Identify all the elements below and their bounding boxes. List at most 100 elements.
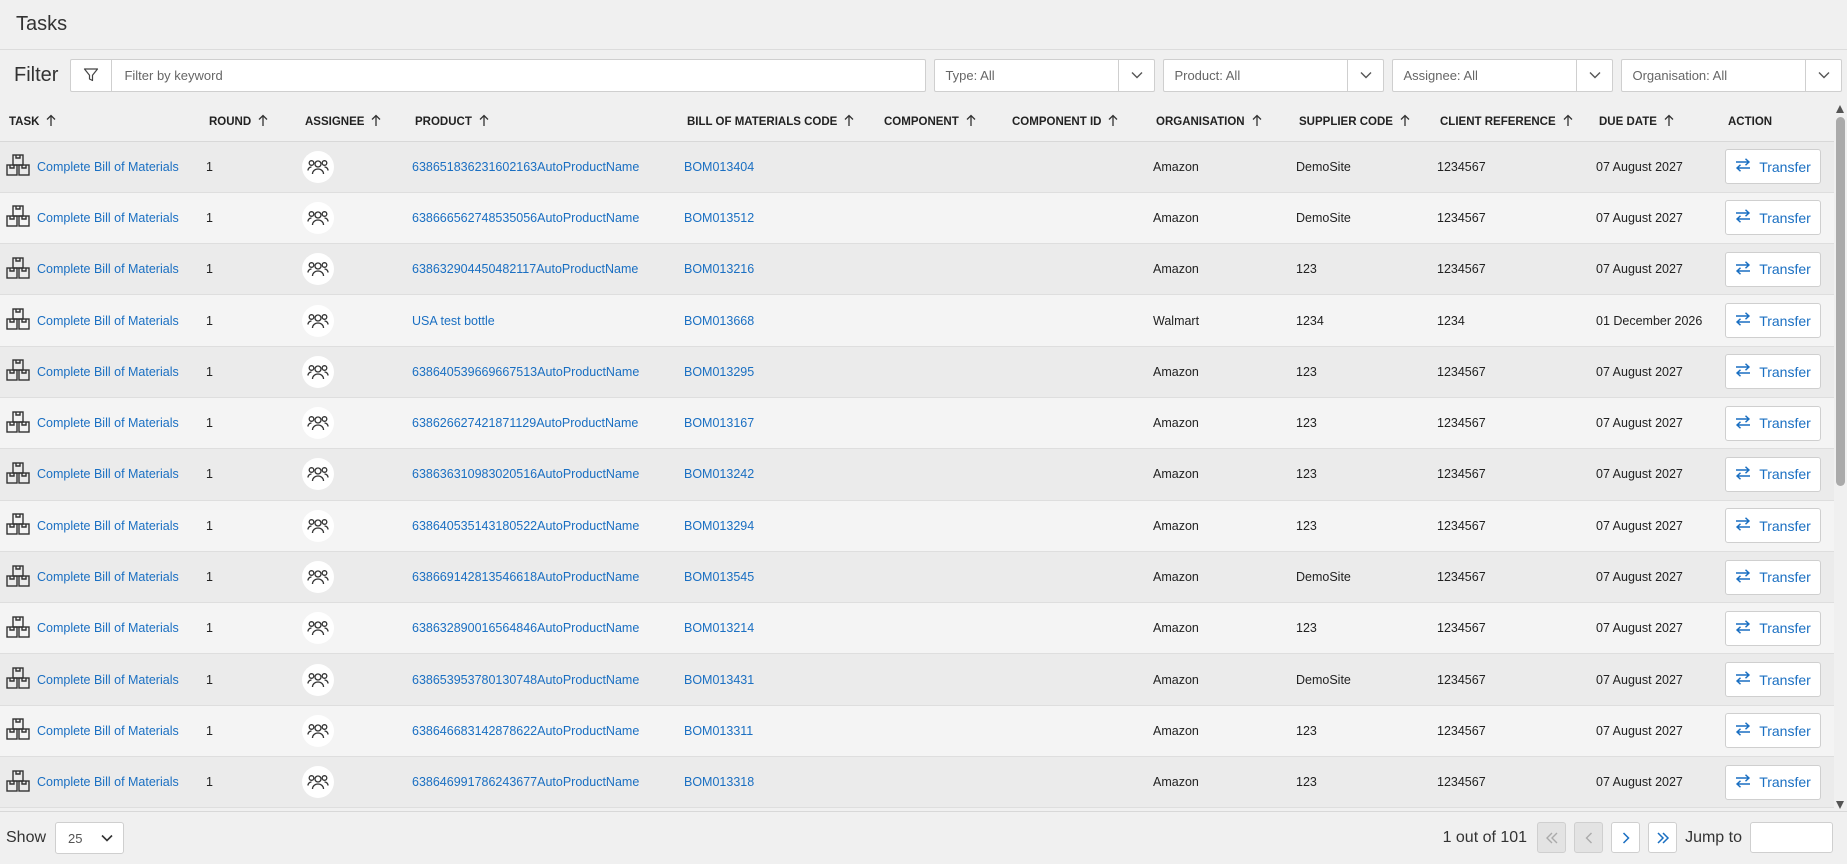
product-link[interactable]: 638640535143180522AutoProductName	[412, 519, 639, 533]
type-filter-select[interactable]: Type: All	[934, 58, 1156, 92]
assignee-group-icon[interactable]	[302, 663, 334, 696]
product-filter-select[interactable]: Product: All	[1163, 58, 1385, 92]
column-header-client-reference[interactable]: CLIENT REFERENCE	[1431, 103, 1590, 142]
sort-arrow-up-icon[interactable]	[479, 114, 489, 130]
bom-code-link[interactable]: BOM013294	[684, 519, 754, 533]
product-link[interactable]: 638669142813546618AutoProductName	[412, 570, 639, 584]
assignee-group-icon[interactable]	[302, 612, 334, 645]
first-page-button[interactable]	[1537, 822, 1567, 853]
column-header-assignee[interactable]: ASSIGNEE	[296, 103, 406, 142]
bom-code-link[interactable]: BOM013216	[684, 262, 754, 276]
bom-code-link[interactable]: BOM013295	[684, 365, 754, 379]
chevron-down-icon[interactable]	[1347, 59, 1383, 91]
bom-code-link[interactable]: BOM013512	[684, 211, 754, 225]
sort-arrow-up-icon[interactable]	[46, 114, 56, 130]
transfer-button[interactable]: Transfer	[1725, 764, 1821, 800]
transfer-button[interactable]: Transfer	[1725, 508, 1821, 544]
product-link[interactable]: 638646683142878622AutoProductName	[412, 724, 639, 738]
sort-arrow-up-icon[interactable]	[371, 114, 381, 130]
product-link[interactable]: 638666562748535056AutoProductName	[412, 211, 639, 225]
sort-arrow-up-icon[interactable]	[1108, 114, 1118, 130]
product-link[interactable]: 638636310983020516AutoProductName	[412, 467, 639, 481]
column-header-supplier-code[interactable]: SUPPLIER CODE	[1290, 103, 1431, 142]
next-page-button[interactable]	[1611, 822, 1641, 853]
task-link[interactable]: Complete Bill of Materials	[37, 621, 179, 635]
assignee-filter-select[interactable]: Assignee: All	[1392, 58, 1614, 92]
task-link[interactable]: Complete Bill of Materials	[37, 160, 179, 174]
assignee-group-icon[interactable]	[302, 766, 334, 799]
product-link[interactable]: 638626627421871129AutoProductName	[412, 416, 638, 430]
column-header-product[interactable]: PRODUCT	[406, 103, 678, 142]
transfer-button[interactable]: Transfer	[1725, 456, 1821, 492]
column-header-organisation[interactable]: ORGANISATION	[1147, 103, 1290, 142]
bom-code-link[interactable]: BOM013242	[684, 467, 754, 481]
sort-arrow-up-icon[interactable]	[1664, 114, 1674, 130]
task-link[interactable]: Complete Bill of Materials	[37, 314, 179, 328]
previous-page-button[interactable]	[1574, 822, 1604, 853]
task-link[interactable]: Complete Bill of Materials	[37, 211, 179, 225]
jump-to-page-input[interactable]	[1750, 822, 1833, 853]
product-link[interactable]: 638653953780130748AutoProductName	[412, 673, 639, 687]
product-link[interactable]: USA test bottle	[412, 314, 495, 328]
organisation-filter-select[interactable]: Organisation: All	[1621, 58, 1843, 92]
bom-code-link[interactable]: BOM013214	[684, 621, 754, 635]
scroll-up-arrow-icon[interactable]	[1836, 105, 1844, 113]
transfer-button[interactable]: Transfer	[1725, 713, 1821, 749]
task-link[interactable]: Complete Bill of Materials	[37, 416, 179, 430]
bom-code-link[interactable]: BOM013545	[684, 570, 754, 584]
column-header-round[interactable]: ROUND	[200, 103, 296, 142]
last-page-button[interactable]	[1648, 822, 1678, 853]
assignee-group-icon[interactable]	[302, 201, 334, 234]
chevron-down-icon[interactable]	[1576, 59, 1612, 91]
task-link[interactable]: Complete Bill of Materials	[37, 724, 179, 738]
column-header-component-id[interactable]: COMPONENT ID	[1003, 103, 1147, 142]
transfer-button[interactable]: Transfer	[1725, 354, 1821, 390]
product-link[interactable]: 638632890016564846AutoProductName	[412, 621, 639, 635]
transfer-button[interactable]: Transfer	[1725, 610, 1821, 646]
keyword-search-input[interactable]	[112, 59, 926, 91]
sort-arrow-up-icon[interactable]	[1400, 114, 1410, 130]
transfer-button[interactable]: Transfer	[1725, 662, 1821, 698]
scroll-down-arrow-icon[interactable]	[1836, 801, 1844, 809]
transfer-button[interactable]: Transfer	[1725, 149, 1821, 185]
bom-code-link[interactable]: BOM013404	[684, 160, 754, 174]
sort-arrow-up-icon[interactable]	[844, 114, 854, 130]
sort-arrow-up-icon[interactable]	[1563, 114, 1573, 130]
task-link[interactable]: Complete Bill of Materials	[37, 467, 179, 481]
bom-code-link[interactable]: BOM013431	[684, 673, 754, 687]
assignee-group-icon[interactable]	[302, 509, 334, 542]
bom-code-link[interactable]: BOM013318	[684, 775, 754, 789]
task-link[interactable]: Complete Bill of Materials	[37, 775, 179, 789]
bom-code-link[interactable]: BOM013167	[684, 416, 754, 430]
bom-code-link[interactable]: BOM013668	[684, 314, 754, 328]
column-header-component[interactable]: COMPONENT	[875, 103, 1003, 142]
assignee-group-icon[interactable]	[302, 714, 334, 747]
assignee-group-icon[interactable]	[302, 561, 334, 594]
assignee-group-icon[interactable]	[302, 407, 334, 440]
task-link[interactable]: Complete Bill of Materials	[37, 673, 179, 687]
product-link[interactable]: 638646991786243677AutoProductName	[412, 775, 639, 789]
vertical-scrollbar[interactable]	[1834, 103, 1847, 811]
task-link[interactable]: Complete Bill of Materials	[37, 519, 179, 533]
task-link[interactable]: Complete Bill of Materials	[37, 365, 179, 379]
assignee-group-icon[interactable]	[302, 253, 334, 286]
chevron-down-icon[interactable]	[1805, 59, 1841, 91]
sort-arrow-up-icon[interactable]	[1252, 114, 1262, 130]
transfer-button[interactable]: Transfer	[1725, 559, 1821, 595]
product-link[interactable]: 638640539669667513AutoProductName	[412, 365, 639, 379]
assignee-group-icon[interactable]	[302, 150, 334, 183]
transfer-button[interactable]: Transfer	[1725, 251, 1821, 287]
assignee-group-icon[interactable]	[302, 458, 334, 491]
transfer-button[interactable]: Transfer	[1725, 200, 1821, 236]
assignee-group-icon[interactable]	[302, 304, 334, 337]
assignee-group-icon[interactable]	[302, 355, 334, 388]
transfer-button[interactable]: Transfer	[1725, 405, 1821, 441]
task-link[interactable]: Complete Bill of Materials	[37, 570, 179, 584]
product-link[interactable]: 638651836231602163AutoProductName	[412, 160, 639, 174]
column-header-due-date[interactable]: DUE DATE	[1590, 103, 1719, 142]
bom-code-link[interactable]: BOM013311	[684, 724, 753, 738]
product-link[interactable]: 638632904450482117AutoProductName	[412, 262, 638, 276]
task-link[interactable]: Complete Bill of Materials	[37, 262, 179, 276]
page-size-select[interactable]: 25	[55, 822, 125, 854]
sort-arrow-up-icon[interactable]	[258, 114, 268, 130]
